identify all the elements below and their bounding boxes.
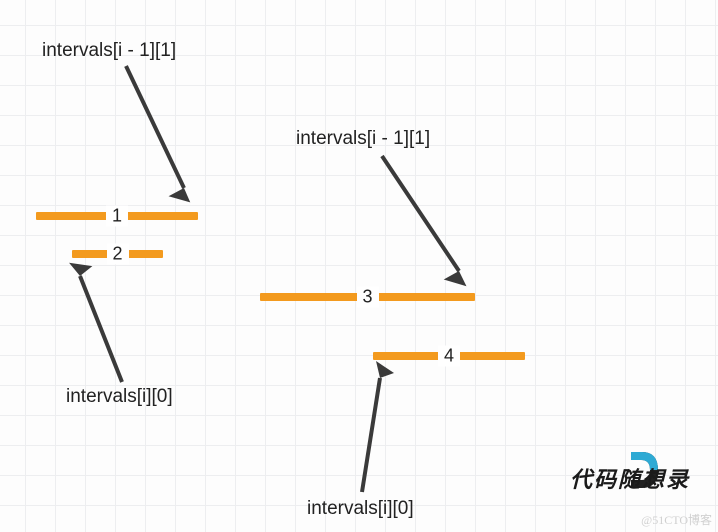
arrows	[0, 0, 718, 532]
watermark-logo	[628, 450, 662, 490]
label-bottom-left: intervals[i][0]	[66, 386, 173, 408]
interval-num-1: 1	[106, 206, 128, 227]
interval-num-2: 2	[106, 244, 128, 265]
cto-label: @51CTO博客	[641, 511, 712, 528]
interval-num-3: 3	[356, 287, 378, 308]
label-bottom-right: intervals[i][0]	[307, 498, 414, 520]
interval-bar-1: 1	[36, 212, 198, 220]
label-top-right: intervals[i - 1][1]	[296, 128, 430, 150]
interval-num-4: 4	[438, 346, 460, 367]
label-top-left: intervals[i - 1][1]	[42, 40, 176, 62]
watermark-text: 代码随想录	[570, 462, 690, 494]
interval-bar-3: 3	[260, 293, 475, 301]
interval-bar-4: 4	[373, 352, 525, 360]
interval-bar-2: 2	[72, 250, 163, 258]
